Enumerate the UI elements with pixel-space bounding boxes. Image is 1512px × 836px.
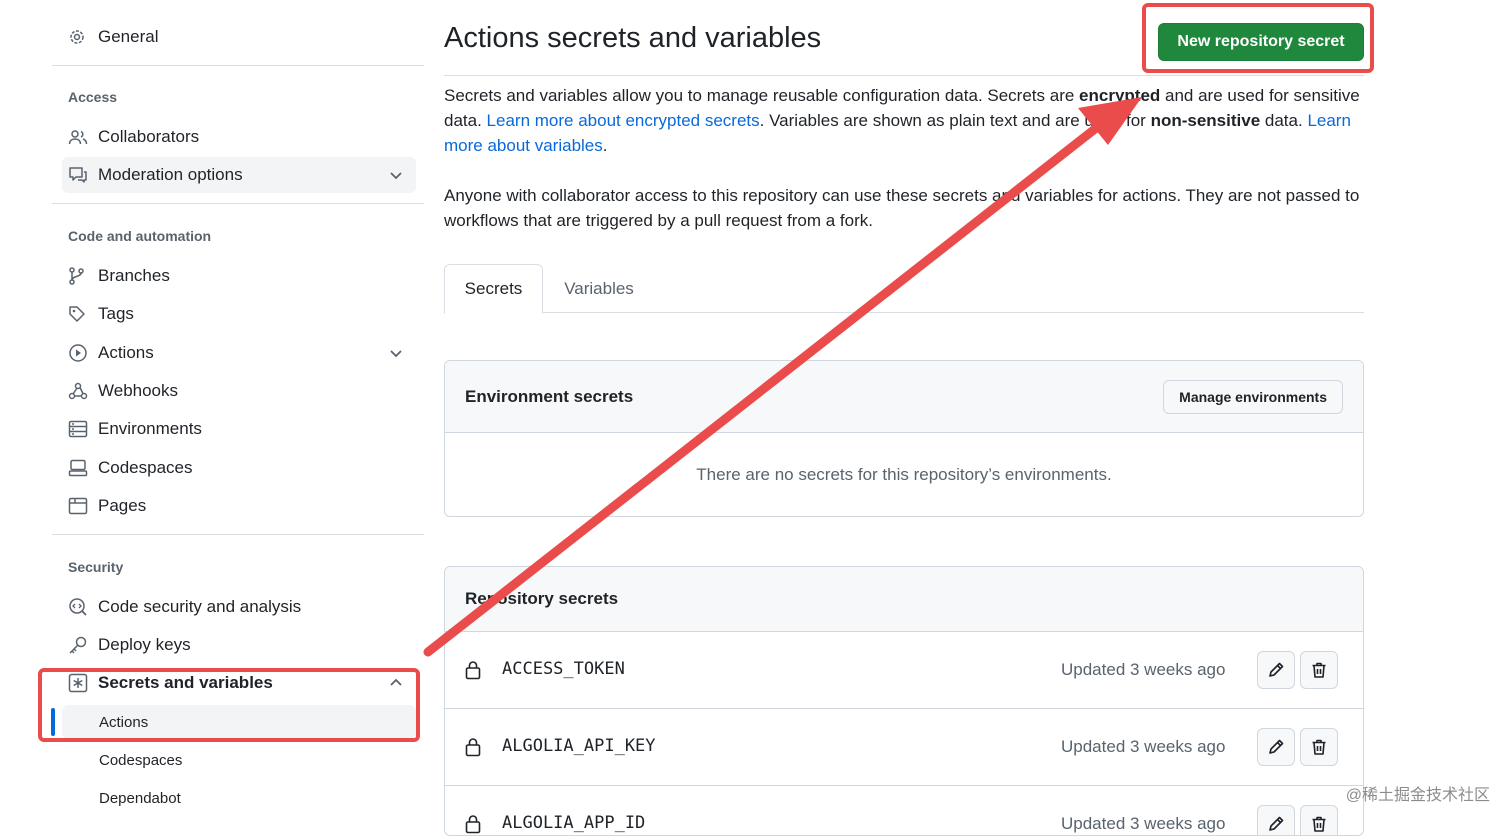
git-branch-icon bbox=[62, 267, 98, 285]
environment-secrets-empty: There are no secrets for this repository… bbox=[696, 464, 1112, 484]
sidebar-item-code-security[interactable]: Code security and analysis bbox=[62, 589, 416, 625]
delete-secret-button[interactable] bbox=[1300, 805, 1338, 835]
trash-icon bbox=[1312, 816, 1326, 832]
sidebar-item-label: Moderation options bbox=[98, 165, 243, 184]
comment-icon bbox=[62, 166, 98, 184]
intro-text: Secrets and variables allow you to manag… bbox=[444, 86, 1080, 105]
tag-icon bbox=[62, 305, 98, 323]
watermark: @稀土掘金技术社区 bbox=[1345, 787, 1490, 804]
sidebar-item-environments[interactable]: Environments bbox=[62, 411, 416, 447]
table-row: ALGOLIA_APP_ID Updated 3 weeks ago bbox=[445, 786, 1363, 835]
delete-secret-button[interactable] bbox=[1300, 728, 1338, 766]
environment-secrets-box: Environment secrets Manage environments … bbox=[444, 360, 1364, 517]
sidebar-subitem-dependabot[interactable]: Dependabot bbox=[62, 781, 416, 815]
sidebar-item-label: Codespaces bbox=[98, 458, 193, 477]
access-paragraph: Anyone with collaborator access to this … bbox=[444, 186, 1360, 230]
pencil-icon bbox=[1269, 816, 1284, 831]
sidebar-item-webhooks[interactable]: Webhooks bbox=[62, 373, 416, 409]
server-icon bbox=[62, 420, 98, 438]
title-divider bbox=[444, 75, 1364, 76]
sidebar-item-actions[interactable]: Actions bbox=[62, 335, 416, 371]
secret-name: ALGOLIA_APP_ID bbox=[502, 813, 646, 833]
intro-bold-non-sensitive: non-sensitive bbox=[1150, 111, 1261, 130]
sidebar-divider bbox=[52, 203, 424, 204]
sidebar-item-label: Environments bbox=[98, 419, 202, 438]
sidebar-item-label: Actions bbox=[98, 343, 154, 362]
lock-icon bbox=[465, 660, 481, 680]
secret-name: ALGOLIA_API_KEY bbox=[502, 736, 656, 756]
sidebar-section-code-automation: Code and automation bbox=[68, 228, 212, 244]
delete-secret-button[interactable] bbox=[1300, 651, 1338, 689]
sidebar-item-label: Deploy keys bbox=[98, 635, 191, 654]
gear-icon bbox=[62, 28, 98, 46]
tab-variables[interactable]: Variables bbox=[544, 264, 654, 313]
environment-secrets-title: Environment secrets bbox=[465, 386, 634, 406]
manage-environments-button[interactable]: Manage environments bbox=[1163, 380, 1343, 414]
sidebar-item-codespaces[interactable]: Codespaces bbox=[62, 450, 416, 486]
intro-paragraph: Secrets and variables allow you to manag… bbox=[444, 83, 1364, 158]
intro-text: . Variables are shown as plain text and … bbox=[759, 111, 1151, 130]
edit-secret-button[interactable] bbox=[1257, 728, 1295, 766]
lock-icon bbox=[465, 737, 481, 757]
annotation-highlight-new-secret bbox=[1142, 3, 1374, 73]
sidebar-item-label: General bbox=[98, 27, 159, 46]
tab-secrets[interactable]: Secrets bbox=[444, 264, 543, 314]
lock-icon bbox=[465, 814, 481, 834]
sidebar-item-label: Collaborators bbox=[98, 127, 200, 146]
learn-encrypted-secrets-link[interactable]: Learn more about encrypted secrets bbox=[487, 111, 760, 130]
play-icon bbox=[62, 343, 98, 363]
intro-bold-encrypted: encrypted bbox=[1079, 86, 1161, 105]
environment-secrets-header: Environment secrets Manage environments bbox=[445, 361, 1363, 433]
sidebar-item-label: Tags bbox=[98, 304, 134, 323]
sidebar-section-security: Security bbox=[68, 559, 124, 575]
edit-secret-button[interactable] bbox=[1257, 805, 1295, 835]
sidebar-item-label: Code security and analysis bbox=[98, 597, 302, 616]
table-row: ACCESS_TOKEN Updated 3 weeks ago bbox=[445, 632, 1363, 709]
page-title: Actions secrets and variables bbox=[444, 22, 822, 54]
table-row: ALGOLIA_API_KEY Updated 3 weeks ago bbox=[445, 709, 1363, 786]
sidebar-item-label: Webhooks bbox=[98, 381, 179, 400]
repository-secrets-header: Repository secrets bbox=[445, 567, 1363, 632]
sidebar-section-access: Access bbox=[68, 89, 118, 105]
sidebar-item-collaborators[interactable]: Collaborators bbox=[62, 119, 416, 155]
sidebar-divider bbox=[52, 65, 424, 66]
trash-icon bbox=[1312, 739, 1326, 755]
sidebar-item-deploy-keys[interactable]: Deploy keys bbox=[62, 627, 416, 663]
secret-updated: Updated 3 weeks ago bbox=[1061, 660, 1226, 679]
chevron-down-icon[interactable] bbox=[376, 346, 416, 360]
pencil-icon bbox=[1269, 662, 1284, 677]
sidebar-item-general[interactable]: General bbox=[62, 19, 416, 55]
sidebar-subitem-codespaces[interactable]: Codespaces bbox=[62, 743, 416, 777]
webhook-icon bbox=[62, 382, 98, 400]
codespaces-icon bbox=[62, 459, 98, 477]
sidebar-item-label: Pages bbox=[98, 496, 147, 515]
intro-text: data. bbox=[1260, 111, 1308, 130]
codescan-icon bbox=[62, 597, 98, 617]
sidebar-item-moderation-options[interactable]: Moderation options bbox=[62, 157, 416, 193]
secret-name: ACCESS_TOKEN bbox=[502, 659, 625, 679]
secret-updated: Updated 3 weeks ago bbox=[1061, 737, 1226, 756]
repository-secrets-box: Repository secrets ACCESS_TOKEN Updated … bbox=[444, 566, 1364, 836]
edit-secret-button[interactable] bbox=[1257, 651, 1295, 689]
trash-icon bbox=[1312, 662, 1326, 678]
repository-secrets-title: Repository secrets bbox=[465, 589, 619, 608]
tab-bar: Secrets Variables bbox=[444, 264, 1364, 314]
sidebar-item-tags[interactable]: Tags bbox=[62, 296, 416, 332]
key-icon bbox=[62, 635, 98, 655]
annotation-highlight-secrets bbox=[38, 668, 420, 742]
intro-text: . bbox=[602, 136, 608, 155]
sidebar-item-branches[interactable]: Branches bbox=[62, 258, 416, 294]
browser-icon bbox=[62, 497, 98, 515]
secret-updated: Updated 3 weeks ago bbox=[1061, 814, 1226, 833]
pencil-icon bbox=[1269, 739, 1284, 754]
sidebar-item-label: Branches bbox=[98, 266, 170, 285]
sidebar-divider bbox=[52, 534, 424, 535]
chevron-down-icon[interactable] bbox=[376, 168, 416, 182]
people-icon bbox=[62, 128, 98, 146]
sidebar-item-pages[interactable]: Pages bbox=[62, 488, 416, 524]
